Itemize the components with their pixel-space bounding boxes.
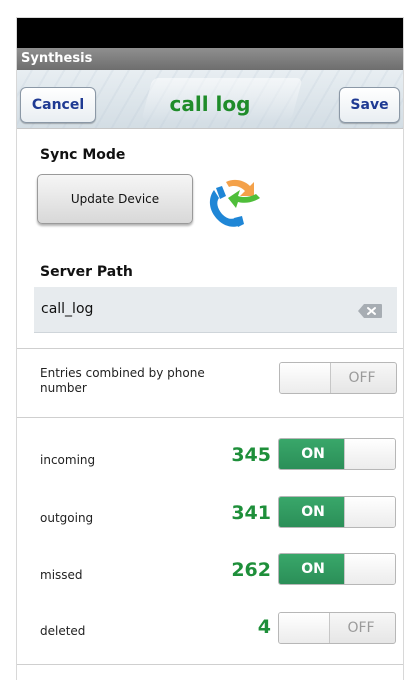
- deleted-count: 4: [257, 616, 271, 638]
- missed-label: missed: [40, 568, 83, 582]
- missed-count: 262: [231, 559, 271, 581]
- server-path-value[interactable]: call_log: [41, 301, 93, 317]
- incoming-count: 345: [231, 444, 271, 466]
- server-path-label: Server Path: [40, 264, 133, 280]
- clear-text-icon[interactable]: [357, 303, 383, 319]
- section-divider: [17, 664, 403, 665]
- outgoing-count: 341: [231, 502, 271, 524]
- toggle-knob: [344, 439, 395, 469]
- update-device-button[interactable]: Update Device: [37, 174, 193, 224]
- combined-label-line1: Entries combined by phone: [40, 366, 205, 380]
- toggle-knob: [279, 613, 330, 643]
- app-name: Synthesis: [21, 51, 93, 66]
- phone-sync-icon: [209, 179, 260, 227]
- outgoing-toggle[interactable]: ON: [278, 496, 396, 528]
- section-divider: [17, 348, 403, 349]
- outgoing-label: outgoing: [40, 511, 94, 525]
- status-bar: [17, 18, 403, 48]
- toggle-knob: [344, 497, 395, 527]
- combined-label-line2: number: [40, 381, 87, 395]
- deleted-toggle-state: OFF: [347, 620, 375, 636]
- missed-toggle[interactable]: ON: [278, 553, 396, 585]
- incoming-label: incoming: [40, 453, 96, 467]
- title-bar: Cancel call log Save: [17, 70, 403, 129]
- combined-label: Entries combined by phone number: [40, 366, 205, 396]
- combined-toggle-state: OFF: [348, 370, 376, 386]
- toggle-knob: [280, 363, 331, 393]
- app-name-bar: Synthesis: [17, 48, 403, 70]
- combined-toggle[interactable]: OFF: [279, 362, 397, 394]
- section-divider: [17, 417, 403, 418]
- toggle-knob: [344, 554, 395, 584]
- deleted-label: deleted: [40, 624, 86, 638]
- outgoing-toggle-state: ON: [279, 497, 347, 527]
- server-path-field[interactable]: call_log: [34, 287, 397, 333]
- incoming-toggle-state: ON: [279, 439, 347, 469]
- missed-toggle-state: ON: [279, 554, 347, 584]
- incoming-toggle[interactable]: ON: [278, 438, 396, 470]
- save-button[interactable]: Save: [339, 87, 400, 123]
- sync-mode-label: Sync Mode: [40, 147, 126, 163]
- deleted-toggle[interactable]: OFF: [278, 612, 396, 644]
